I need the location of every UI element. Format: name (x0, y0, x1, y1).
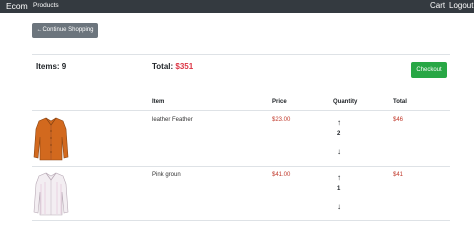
row-divider (32, 166, 450, 167)
row-2-item-name: Pink groun (152, 172, 181, 178)
continue-shopping-button[interactable]: ←Continue Shopping (32, 23, 98, 38)
row-1-price: $23.00 (272, 117, 291, 123)
decrease-quantity-icon[interactable]: ↓ (337, 148, 341, 156)
decrease-quantity-icon[interactable]: ↓ (337, 203, 341, 211)
row-2-total: $41 (393, 172, 404, 178)
row-1-quantity: 2 (337, 131, 341, 137)
nav-products-link[interactable]: Products (33, 2, 59, 9)
summary-divider (32, 54, 450, 55)
header-item: Item (152, 99, 165, 105)
row-2-quantity: 1 (337, 186, 341, 192)
row-divider (32, 220, 450, 221)
white-shirt-image (33, 172, 69, 216)
checkout-button[interactable]: Checkout (411, 62, 447, 78)
header-total: Total (393, 99, 407, 105)
increase-quantity-icon[interactable]: ↑ (337, 174, 341, 182)
items-count: Items: 9 (36, 62, 67, 71)
cart-total: Total: $351 (152, 62, 193, 71)
header-divider (32, 110, 450, 111)
row-2-price: $41.00 (272, 172, 291, 178)
row-1-item-name: leather Feather (152, 117, 193, 123)
total-amount: $351 (175, 62, 194, 71)
total-label: Total: (152, 62, 176, 71)
orange-shirt-image (33, 117, 69, 161)
nav-logout-link[interactable]: Logout (449, 1, 473, 10)
nav-cart-link[interactable]: Cart (430, 1, 445, 10)
top-navbar: Ecom Products Cart Logout (0, 0, 474, 13)
increase-quantity-icon[interactable]: ↑ (337, 119, 341, 127)
header-quantity: Quantity (333, 99, 358, 105)
brand-link[interactable]: Ecom (6, 1, 28, 11)
header-price: Price (272, 99, 287, 105)
row-1-total: $46 (393, 117, 404, 123)
